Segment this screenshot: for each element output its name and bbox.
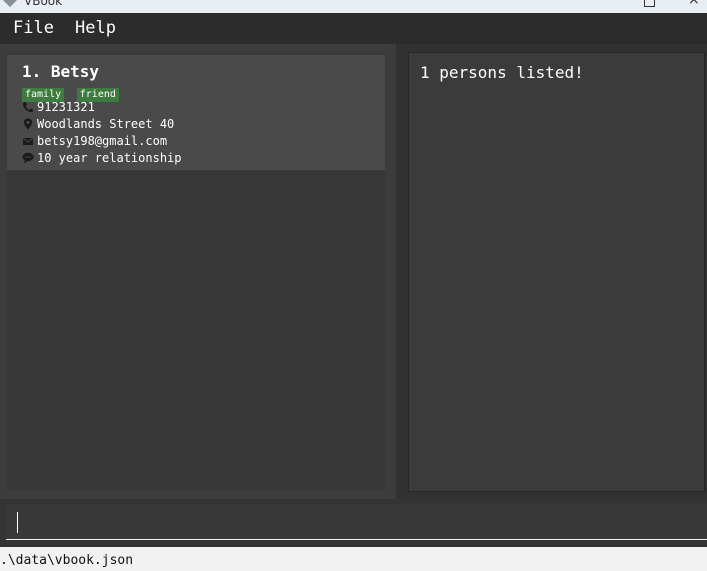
maximize-icon[interactable] xyxy=(644,0,655,7)
email-value: betsy198@gmail.com xyxy=(37,134,168,148)
save-location: .\data\vbook.json xyxy=(0,553,134,568)
command-input[interactable] xyxy=(6,504,707,540)
remark-icon xyxy=(22,152,34,164)
address-value: Woodlands Street 40 xyxy=(37,117,175,131)
result-message: 1 persons listed! xyxy=(420,63,584,82)
person-name: 1. Betsy xyxy=(22,62,100,81)
phone-field: 91231321 xyxy=(22,100,95,116)
menu-help[interactable]: Help xyxy=(75,18,116,38)
window-title: VBook xyxy=(24,0,63,8)
phone-icon xyxy=(22,101,34,113)
title-bar: VBook × xyxy=(0,0,707,13)
close-icon[interactable]: × xyxy=(688,0,700,8)
email-field: betsy198@gmail.com xyxy=(22,134,167,150)
command-area xyxy=(0,499,707,547)
person-list-panel: 1. Betsy family friend 91231321 Woodland… xyxy=(0,44,396,499)
result-display[interactable]: 1 persons listed! xyxy=(408,52,705,492)
result-panel: 1 persons listed! xyxy=(396,44,707,499)
remark-value: 10 year relationship xyxy=(37,151,182,165)
text-caret xyxy=(17,512,18,533)
menu-bar: File Help xyxy=(0,13,707,44)
status-bar: .\data\vbook.json xyxy=(0,547,707,571)
person-card[interactable]: 1. Betsy family friend 91231321 Woodland… xyxy=(7,55,385,170)
email-icon xyxy=(22,135,34,147)
location-icon xyxy=(22,118,34,130)
person-list[interactable]: 1. Betsy family friend 91231321 Woodland… xyxy=(7,53,385,490)
address-field: Woodlands Street 40 xyxy=(22,117,174,133)
app-icon xyxy=(2,0,18,8)
phone-value: 91231321 xyxy=(37,100,95,114)
tag-list: family friend xyxy=(22,82,122,102)
remark-field: 10 year relationship xyxy=(22,151,182,167)
menu-file[interactable]: File xyxy=(13,18,54,38)
